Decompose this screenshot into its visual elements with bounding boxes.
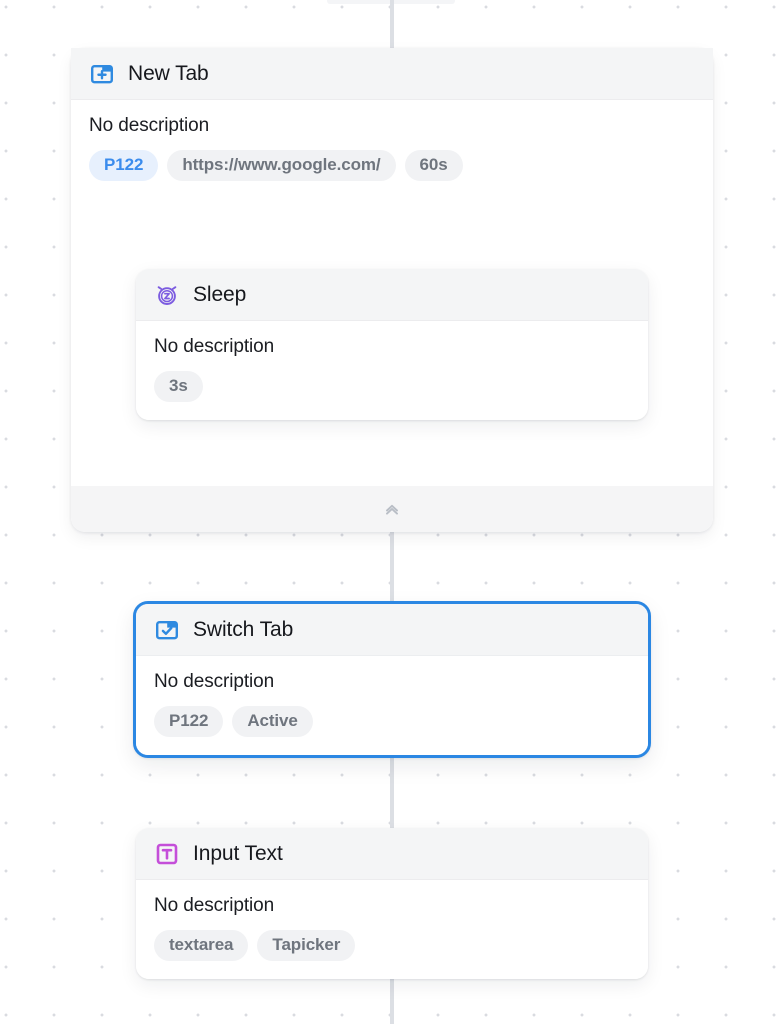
node-new-tab-header[interactable]: New Tab: [71, 48, 713, 100]
node-new-tab-tags: P122 https://www.google.com/ 60s: [89, 149, 695, 181]
node-switch-tab[interactable]: Switch Tab No description P122 Active: [133, 601, 651, 758]
node-input-text-title: Input Text: [193, 842, 283, 865]
group-collapse-button[interactable]: [71, 486, 713, 532]
node-tag-selector[interactable]: textarea: [154, 929, 249, 961]
node-tag-duration[interactable]: 3s: [154, 370, 203, 402]
node-tag-state[interactable]: Active: [232, 705, 313, 737]
connector-line-top: [390, 0, 394, 48]
node-sleep[interactable]: Sleep No description 3s: [136, 269, 648, 420]
node-switch-tab-tags: P122 Active: [154, 705, 630, 737]
node-sleep-tags: 3s: [154, 370, 630, 402]
chevron-double-up-icon: [382, 499, 402, 519]
connector-line-switch-input: [390, 757, 394, 831]
node-tag-url[interactable]: https://www.google.com/: [167, 149, 396, 181]
connector-line-group-switch: [390, 529, 394, 603]
node-tag-timeout[interactable]: 60s: [404, 149, 463, 181]
workflow-canvas[interactable]: New Tab No description P122 https://www.…: [0, 0, 784, 1024]
node-sleep-description: No description: [154, 336, 275, 357]
alarm-sleep-icon: [154, 282, 180, 308]
node-input-text-tags: textarea Tapicker: [154, 929, 630, 961]
node-switch-tab-header[interactable]: Switch Tab: [136, 604, 648, 656]
switch-tab-icon: [154, 617, 180, 643]
node-input-text-description: No description: [154, 895, 275, 916]
node-switch-tab-description: No description: [154, 671, 275, 692]
node-switch-tab-title: Switch Tab: [193, 618, 294, 641]
node-tag-profile[interactable]: P122: [154, 705, 224, 737]
connector-line-bottom: [390, 972, 394, 1024]
node-sleep-title: Sleep: [193, 283, 247, 306]
node-tag-value[interactable]: Tapicker: [257, 929, 356, 961]
node-new-tab-description: No description: [89, 115, 210, 136]
node-tag-profile[interactable]: P122: [89, 149, 159, 181]
input-text-icon: [154, 841, 180, 867]
node-switch-tab-body: No description P122 Active: [136, 656, 648, 755]
node-new-tab[interactable]: New Tab No description P122 https://www.…: [71, 48, 713, 199]
node-input-text-body: No description textarea Tapicker: [136, 880, 648, 979]
node-sleep-header[interactable]: Sleep: [136, 269, 648, 321]
node-input-text[interactable]: Input Text No description textarea Tapic…: [136, 828, 648, 979]
node-new-tab-body: No description P122 https://www.google.c…: [71, 100, 713, 199]
new-tab-icon: [89, 61, 115, 87]
node-new-tab-title: New Tab: [128, 62, 209, 85]
node-input-text-header[interactable]: Input Text: [136, 828, 648, 880]
node-sleep-body: No description 3s: [136, 321, 648, 420]
